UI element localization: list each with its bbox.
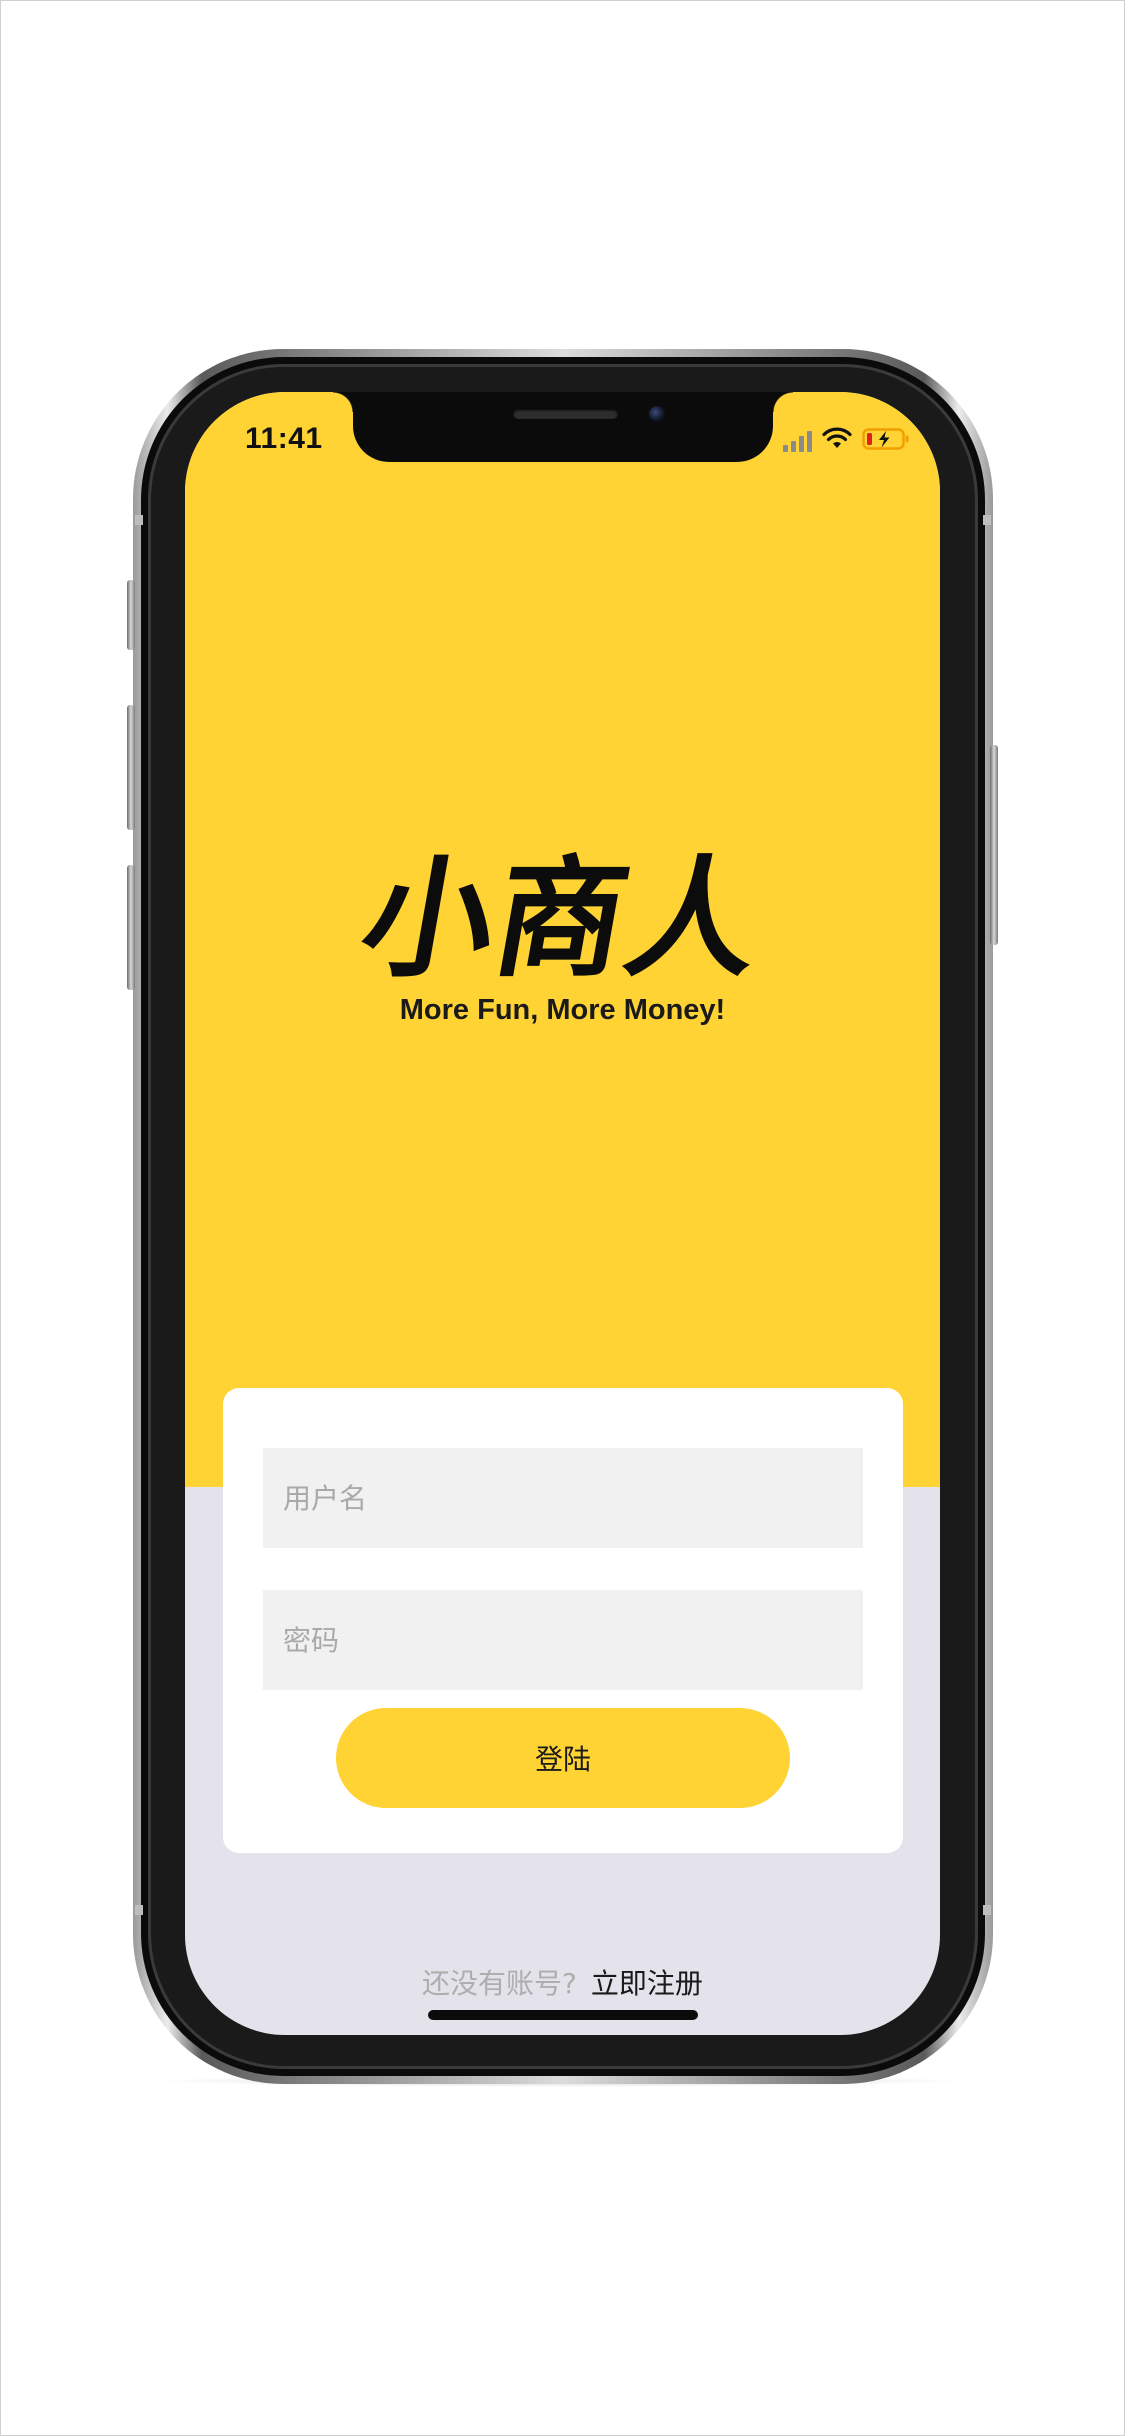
status-icons	[783, 427, 910, 455]
app-tagline: More Fun, More Money!	[399, 994, 726, 1026]
notch	[333, 392, 793, 462]
cellular-signal-icon	[783, 430, 812, 452]
login-button[interactable]: 登陆	[336, 1708, 790, 1808]
wifi-icon	[822, 427, 852, 455]
volume-down-button	[127, 865, 135, 990]
side-button	[990, 745, 998, 945]
status-time: 11:41	[245, 422, 323, 455]
mute-switch	[127, 580, 135, 650]
home-indicator[interactable]	[428, 2010, 698, 2020]
register-link[interactable]: 立即注册	[591, 1967, 703, 2000]
battery-charging-icon	[862, 427, 910, 455]
register-prompt: 还没有账号?	[422, 1967, 577, 2000]
app-logo: 小商人	[351, 842, 775, 995]
login-card: 登陆	[223, 1388, 903, 1853]
password-input[interactable]	[263, 1590, 863, 1690]
front-camera	[649, 406, 665, 422]
username-input[interactable]	[263, 1448, 863, 1548]
register-row: 还没有账号? 立即注册	[185, 1962, 940, 2002]
antenna-band	[135, 515, 143, 525]
antenna-band	[135, 1905, 143, 1915]
earpiece-speaker	[513, 409, 618, 419]
phone-screen: 11:41 小商人 More Fun, More Money! 登陆	[185, 392, 940, 2035]
antenna-band	[983, 515, 991, 525]
antenna-band	[983, 1905, 991, 1915]
volume-up-button	[127, 705, 135, 830]
